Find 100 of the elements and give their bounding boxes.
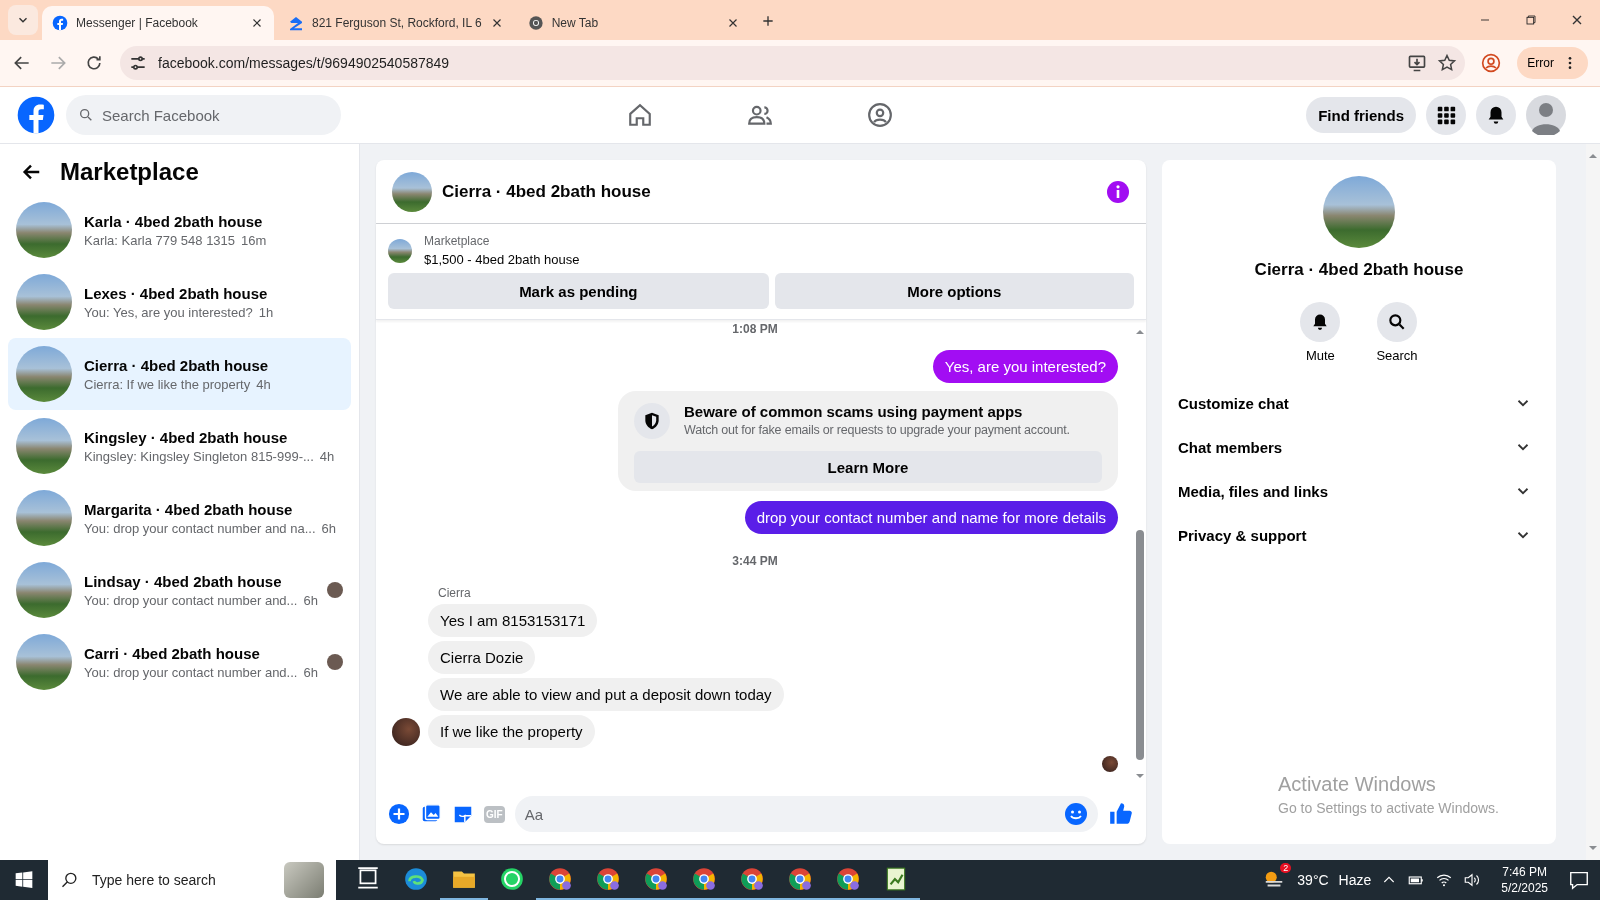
warning-title: Beware of common scams using payment apps: [684, 403, 1024, 420]
message-preview: You: drop your contact number and...: [84, 592, 298, 608]
house-photo: [16, 634, 72, 690]
conversation-name: Lexes · 4bed 2bath house: [84, 284, 269, 302]
message-time: 4h: [256, 376, 271, 392]
chrome-icon[interactable]: [595, 866, 621, 892]
chrome-icon[interactable]: [643, 866, 669, 892]
message-preview: Cierra: If we like the property: [84, 376, 251, 392]
browser-tab[interactable]: Messenger | Facebook: [42, 6, 274, 40]
received-message: Yes I am 8153153171: [428, 604, 598, 637]
address-bar[interactable]: facebook.com/messages/t/9694902540587849: [120, 46, 1466, 80]
conversation-item[interactable]: Lexes · 4bed 2bath house You: Yes, are you interested? 1h: [8, 266, 351, 338]
sent-message: Yes, are you interested?: [932, 350, 1118, 383]
section-toggle[interactable]: Privacy & support: [1178, 513, 1540, 557]
conversation-item[interactable]: Kingsley · 4bed 2bath house Kingsley: Kingsley Singleton 815-999-... 4h: [8, 410, 351, 482]
listing-summary: $1,500 - 4bed 2bath house: [424, 252, 580, 267]
find-friends-button[interactable]: Find friends: [1306, 97, 1416, 133]
conversation-name: Kingsley · 4bed 2bath house: [84, 428, 289, 446]
warning-text: Watch out for fake emails or requests to upgrade your payment account.: [684, 423, 1070, 437]
message-time: 6h: [321, 520, 336, 536]
conversation-name: Margarita · 4bed 2bath house: [84, 500, 294, 518]
conversation-name: Carri · 4bed 2bath house: [84, 644, 261, 662]
chrome-icon[interactable]: [787, 866, 813, 892]
house-photo: [392, 171, 432, 212]
message-preview: Karla: Karla 779 548 1315: [84, 232, 236, 248]
home-icon[interactable]: [627, 102, 653, 128]
page-scrollbar[interactable]: [1586, 144, 1600, 860]
browser-tab[interactable]: 821 Ferguson St, Rockford, IL 6: [278, 6, 514, 40]
conversation-item[interactable]: Karla · 4bed 2bath house Karla: Karla 779 548 1315 16m: [8, 194, 351, 266]
clock-date[interactable]: 5/2/2025: [1501, 881, 1548, 895]
more-options-button[interactable]: More options: [774, 273, 1134, 309]
house-photo: [16, 202, 72, 258]
conversation-item[interactable]: Lindsay · 4bed 2bath house You: drop your contact number and... 6h: [8, 554, 351, 626]
profile-icon[interactable]: [1481, 53, 1502, 73]
account-avatar-icon[interactable]: [1526, 95, 1566, 135]
groups-icon[interactable]: [867, 102, 893, 128]
learn-more-button[interactable]: Learn More: [634, 451, 1102, 483]
chrome-icon[interactable]: [835, 866, 861, 892]
listing-source: Marketplace: [424, 234, 491, 248]
chat-app-icon[interactable]: [499, 866, 525, 892]
message-timestamp: 3:44 PM: [732, 554, 778, 568]
install-icon[interactable]: [1407, 53, 1428, 73]
section-toggle[interactable]: Media, files and links: [1178, 469, 1540, 513]
shield-icon: [642, 411, 662, 431]
message-input[interactable]: Aa: [514, 796, 1098, 832]
message-preview: Kingsley: Kingsley Singleton 815-999-...: [84, 448, 314, 464]
house-photo: [16, 490, 72, 546]
message-preview: You: drop your contact number and...: [84, 664, 298, 680]
conversation-item[interactable]: Cierra · 4bed 2bath house Cierra: If we like the property 4h: [8, 338, 351, 410]
profile-error-button[interactable]: Error: [1517, 47, 1588, 79]
speaker-icon[interactable]: [1463, 871, 1482, 889]
chrome-icon[interactable]: [691, 866, 717, 892]
restore-icon[interactable]: [1523, 12, 1539, 28]
house-photo: [388, 238, 412, 263]
windows-logo-icon[interactable]: [14, 870, 34, 890]
temperature: 39°C: [1297, 872, 1329, 888]
menu-button[interactable]: [1426, 95, 1466, 135]
notification-count: 2: [1280, 863, 1292, 873]
task-view-icon[interactable]: [355, 866, 381, 892]
received-message: If we like the property: [428, 715, 595, 748]
mark-pending-button[interactable]: Mark as pending: [388, 273, 769, 309]
house-photo: [16, 346, 72, 402]
emoji-icon[interactable]: [1064, 802, 1088, 826]
grid-icon: [1435, 104, 1457, 126]
message-time: 4h: [319, 448, 335, 464]
message-preview: You: drop your contact number and na...: [84, 520, 316, 536]
message-time: 6h: [303, 664, 318, 680]
section-toggle[interactable]: Chat members: [1178, 425, 1540, 469]
activation-title: Activate Windows: [1278, 773, 1437, 796]
notifications-button[interactable]: [1476, 95, 1516, 135]
facebook-logo-icon[interactable]: [16, 95, 56, 135]
chrome-icon[interactable]: [739, 866, 765, 892]
reload-icon[interactable]: [84, 53, 104, 73]
search-field[interactable]: Search Facebook: [66, 95, 341, 135]
wifi-icon[interactable]: [1435, 871, 1454, 889]
section-toggle[interactable]: Customize chat: [1178, 381, 1540, 425]
contact-name: Cierra · 4bed 2bath house: [1254, 260, 1464, 280]
globe-icon: [527, 15, 544, 31]
site-settings-icon[interactable]: [128, 53, 148, 73]
browser-icon[interactable]: [403, 866, 429, 892]
search-icon: [1387, 312, 1407, 332]
info-icon[interactable]: [1106, 179, 1130, 204]
notification-center-icon[interactable]: [1568, 869, 1590, 891]
message-time: 6h: [303, 592, 318, 608]
bookmark-star-icon[interactable]: [1437, 53, 1458, 73]
browser-tab[interactable]: New Tab: [517, 6, 750, 40]
activation-text: Go to Settings to activate Windows.: [1278, 800, 1499, 816]
sent-message: drop your contact number and name for more details: [744, 501, 1118, 534]
received-message: We are able to view and put a deposit down today: [428, 678, 784, 711]
taskbar-search-field[interactable]: Type here to search: [48, 860, 336, 900]
conversation-item[interactable]: Carri · 4bed 2bath house You: drop your contact number and... 6h: [8, 626, 351, 698]
search-highlight-picture: [284, 862, 324, 898]
message-timestamp: 1:08 PM: [732, 322, 778, 336]
thumbs-up-icon[interactable]: [1108, 801, 1134, 827]
clock-time[interactable]: 7:46 PM: [1502, 865, 1547, 879]
chrome-icon[interactable]: [547, 866, 573, 892]
weather-condition: Haze: [1338, 872, 1372, 888]
chat-title: Cierra · 4bed 2bath house: [442, 181, 652, 202]
conversation-item[interactable]: Margarita · 4bed 2bath house You: drop your contact number and na... 6h: [8, 482, 351, 554]
add-icon[interactable]: [388, 803, 410, 825]
